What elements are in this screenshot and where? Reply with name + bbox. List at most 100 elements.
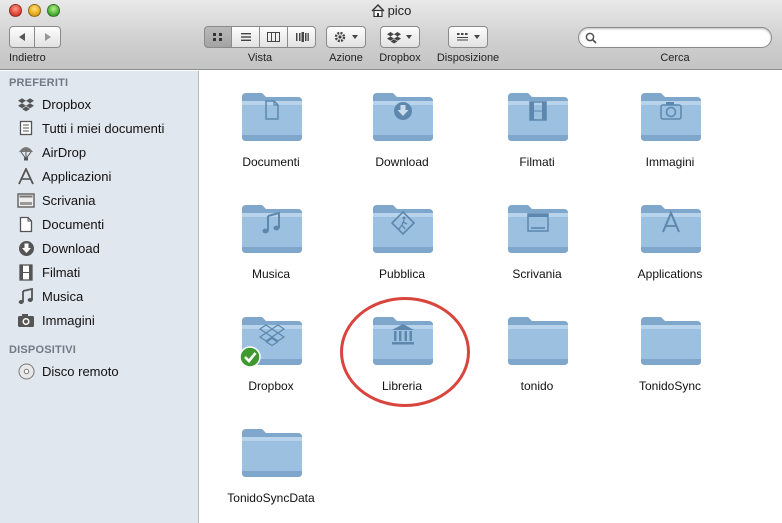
nav-buttons (9, 26, 61, 48)
forward-arrow-icon (44, 33, 51, 41)
chevron-down-icon (473, 35, 480, 39)
search-field[interactable] (578, 27, 772, 48)
view-buttons (204, 26, 316, 48)
document-icon (16, 215, 36, 233)
chevron-down-icon (352, 35, 358, 39)
folder-label: Scrivania (512, 267, 562, 281)
dropbox-icon (387, 31, 401, 43)
file-grid: Documenti Download Filmati Immagini Musi… (200, 71, 782, 523)
sidebar-item-airdrop[interactable]: AirDrop (16, 141, 199, 163)
sidebar-item-documents[interactable]: Documenti (16, 213, 199, 235)
sidebar-item-label: Applicazioni (42, 168, 112, 184)
chevron-down-icon (406, 35, 412, 39)
back-button[interactable] (9, 26, 35, 48)
icon-view-button[interactable] (204, 26, 232, 48)
folder-icon (639, 87, 703, 148)
column-view-button[interactable] (260, 26, 288, 48)
disc-icon (16, 362, 36, 380)
sidebar-item-dropbox[interactable]: Dropbox (16, 93, 199, 115)
folder-icon (240, 199, 304, 260)
folder-label: Dropbox (248, 379, 294, 393)
back-label: Indietro (9, 52, 46, 64)
list-view-button[interactable] (232, 26, 260, 48)
folder-item[interactable]: Dropbox (206, 301, 336, 401)
folder-label: Applications (637, 267, 703, 281)
sidebar-item-label: AirDrop (42, 144, 87, 160)
grid-icon (213, 33, 222, 41)
folder-icon (639, 199, 703, 260)
sidebar-item-desktop[interactable]: Scrivania (16, 189, 199, 211)
folder-label: Immagini (645, 155, 695, 169)
folder-item[interactable]: Documenti (206, 77, 336, 177)
folder-item[interactable]: Pubblica (337, 189, 467, 289)
folder-label: tonido (520, 379, 554, 393)
sidebar-item-label: Filmati (42, 264, 81, 280)
sidebar-item-label: Documenti (42, 216, 105, 232)
window-title-text: pico (387, 3, 412, 18)
folder-label: Pubblica (378, 267, 426, 281)
coverflow-icon (295, 32, 309, 42)
sidebar-item-label: Download (42, 240, 100, 256)
sidebar-item-label: Scrivania (42, 192, 96, 208)
airdrop-icon (16, 143, 36, 161)
sidebar-item-music[interactable]: Musica (16, 285, 199, 307)
sidebar-item-all-documents[interactable]: Tutti i miei documenti (16, 117, 199, 139)
devices-header: DISPOSITIVI (9, 344, 76, 356)
forward-button[interactable] (35, 26, 61, 48)
coverflow-view-button[interactable] (288, 26, 316, 48)
folder-item[interactable]: Scrivania (472, 189, 602, 289)
arrange-label: Disposizione (436, 52, 500, 64)
folder-label: Musica (251, 267, 290, 281)
sidebar-item-label: Tutti i miei documenti (42, 120, 165, 136)
folder-item[interactable]: Applications (605, 189, 735, 289)
dropbox-icon (16, 95, 36, 113)
arrange-group (448, 26, 488, 48)
folder-icon (239, 311, 304, 372)
music-icon (16, 287, 36, 305)
folder-icon (371, 199, 435, 260)
columns-icon (267, 32, 280, 42)
folder-item[interactable]: tonido (472, 301, 602, 401)
dropbox-group (380, 26, 420, 48)
arrange-button[interactable] (448, 26, 488, 48)
applications-icon (16, 167, 36, 185)
sidebar-item-label: Immagini (42, 312, 95, 328)
action-button[interactable] (326, 26, 366, 48)
folder-icon (639, 311, 703, 372)
folder-item[interactable]: TonidoSync (605, 301, 735, 401)
highlight-circle (340, 297, 470, 407)
film-icon (16, 263, 36, 281)
folder-icon (506, 311, 570, 372)
download-icon (16, 239, 36, 257)
folder-icon (240, 423, 304, 484)
window-title: pico (0, 3, 782, 20)
gear-icon (334, 31, 346, 43)
sidebar-item-remote-disc[interactable]: Disco remoto (16, 360, 199, 382)
folder-item[interactable]: Filmati (472, 77, 602, 177)
sidebar: PREFERITI Dropbox Tutti i miei documenti… (0, 71, 199, 523)
favorites-header: PREFERITI (9, 77, 69, 89)
folder-item[interactable]: Musica (206, 189, 336, 289)
search-input[interactable] (601, 30, 761, 45)
sidebar-item-images[interactable]: Immagini (16, 309, 199, 331)
sidebar-item-label: Dropbox (42, 96, 92, 112)
folder-item[interactable]: Immagini (605, 77, 735, 177)
folder-label: Filmati (519, 155, 555, 169)
folder-icon (371, 87, 435, 148)
back-arrow-icon (19, 33, 25, 41)
house-icon (371, 4, 385, 20)
action-label: Azione (329, 52, 363, 64)
sidebar-item-label: Musica (42, 288, 84, 304)
desktop-icon (16, 191, 36, 209)
folder-item[interactable]: TonidoSyncData (206, 413, 336, 513)
search-icon (585, 32, 597, 44)
sidebar-item-download[interactable]: Download (16, 237, 199, 259)
list-icon (240, 33, 251, 41)
folder-label: Documenti (242, 155, 300, 169)
sidebar-item-films[interactable]: Filmati (16, 261, 199, 283)
sidebar-item-applications[interactable]: Applicazioni (16, 165, 199, 187)
folder-label: TonidoSyncData (227, 491, 315, 505)
dropbox-button[interactable] (380, 26, 420, 48)
all-documents-icon (16, 119, 36, 137)
folder-item[interactable]: Download (337, 77, 467, 177)
